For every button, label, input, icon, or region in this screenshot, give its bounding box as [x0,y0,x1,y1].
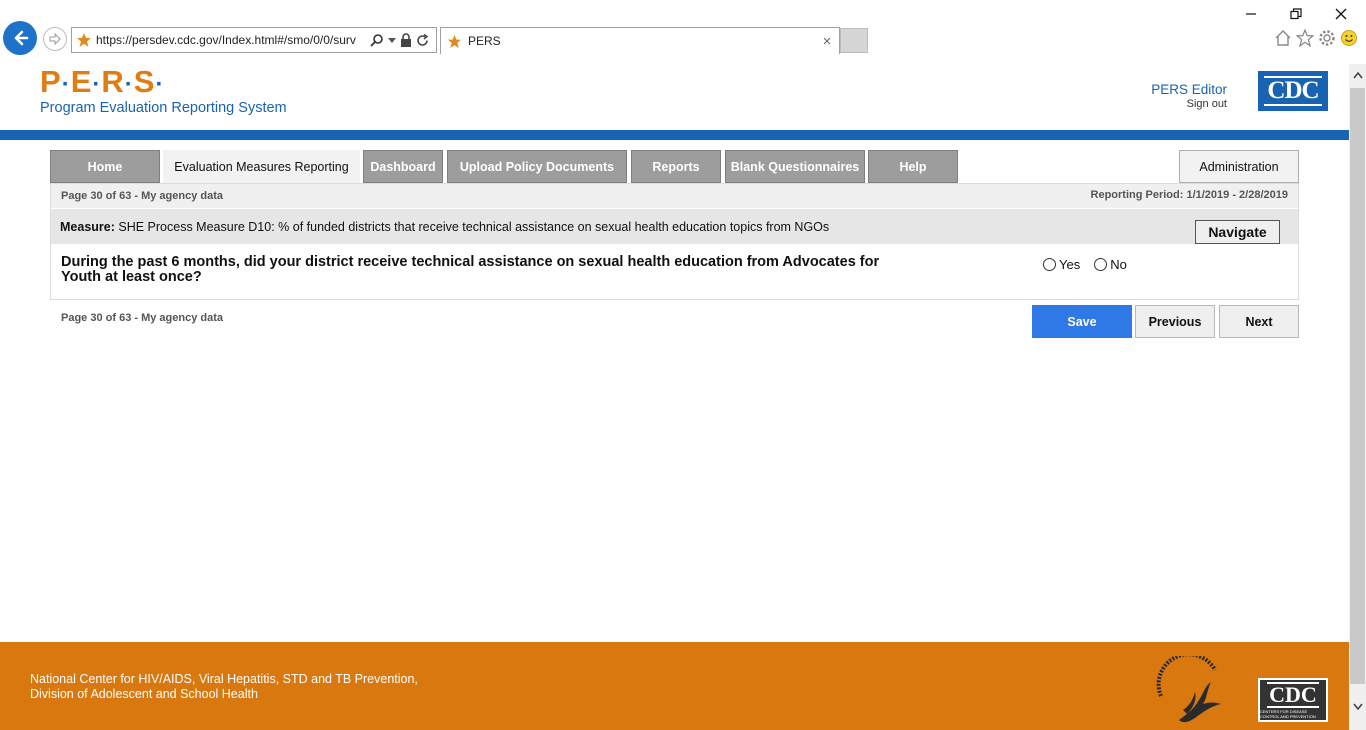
restore-button[interactable] [1281,4,1311,24]
logo-dot: · [61,71,71,98]
cdc-logo[interactable]: CDC [1258,71,1328,111]
page-info: Page 30 of 63 - My agency data [61,190,224,202]
footer-line-1: National Center for HIV/AIDS, Viral Hepa… [30,672,418,686]
nav-help[interactable]: Help [868,150,958,183]
tab-title: PERS [468,34,501,48]
lock-icon[interactable] [400,33,412,47]
page-info-bottom: Page 30 of 63 - My agency data [61,312,224,324]
previous-button[interactable]: Previous [1135,305,1215,338]
settings-gear-icon[interactable] [1318,29,1336,47]
favorite-star-icon [77,33,91,47]
scroll-thumb[interactable] [1350,88,1365,684]
tab-close-icon[interactable]: × [819,33,835,50]
back-button[interactable] [3,21,37,55]
restore-icon [1290,8,1302,20]
logo-subtitle: Program Evaluation Reporting System [40,100,287,116]
footer-cdc-text: CDC [1267,681,1319,708]
footer-cdc-tagline: CENTERS FOR DISEASE CONTROL AND PREVENTI… [1260,708,1316,719]
user-name: PERS Editor [1151,82,1227,97]
search-icon[interactable] [370,33,384,47]
questionnaire-panel: Page 30 of 63 - My agency data Reporting… [50,183,1299,300]
nav-blank-questionnaires[interactable]: Blank Questionnaires [725,150,865,183]
smiley-feedback-icon[interactable] [1340,29,1358,47]
scroll-down-arrow[interactable] [1349,698,1366,715]
nav-dashboard[interactable]: Dashboard [363,150,443,183]
nav-evaluation-measures-reporting[interactable]: Evaluation Measures Reporting [163,150,360,183]
measure-label: Measure: [60,220,115,234]
info-bar: Page 30 of 63 - My agency data Reporting… [51,184,1298,208]
radio-yes-label[interactable]: Yes [1059,257,1080,272]
logo-letter: S [133,64,156,99]
chevron-down-icon [1352,703,1363,710]
browser-tab[interactable]: PERS × [440,27,840,54]
new-tab-button[interactable] [840,28,868,53]
nav-reports[interactable]: Reports [631,150,721,183]
sign-out-link[interactable]: Sign out [1187,98,1227,110]
favorites-star-icon[interactable] [1296,29,1314,47]
url-text: https://persdev.cdc.gov/Index.html#/smo/… [96,33,356,47]
footer-cdc-logo[interactable]: CDC CENTERS FOR DISEASE CONTROL AND PREV… [1258,678,1328,722]
home-icon[interactable] [1274,29,1292,47]
forward-arrow-icon [49,32,61,46]
nav-upload-policy-documents[interactable]: Upload Policy Documents [447,150,627,183]
close-icon [1335,8,1347,20]
refresh-icon[interactable] [416,33,429,47]
minimize-button[interactable] [1236,4,1266,24]
pers-logo[interactable]: P·E·R·S· [40,64,164,100]
header-divider [0,130,1349,140]
browser-chrome: https://persdev.cdc.gov/Index.html#/smo/… [0,0,1366,58]
cdc-logo-text: CDC [1264,76,1322,106]
footer-cdc-box: CDC CENTERS FOR DISEASE CONTROL AND PREV… [1260,680,1326,720]
footer-line-2: Division of Adolescent and School Health [30,687,258,701]
logo-dot: · [155,71,165,98]
close-window-button[interactable] [1326,4,1356,24]
hhs-seal-icon[interactable] [1153,656,1227,730]
chevron-up-icon [1352,71,1363,78]
scroll-up-arrow[interactable] [1349,66,1366,83]
address-bar[interactable]: https://persdev.cdc.gov/Index.html#/smo/… [71,27,437,53]
nav-administration[interactable]: Administration [1179,150,1299,183]
forward-button[interactable] [43,27,67,51]
question-text: During the past 6 months, did your distr… [61,254,880,285]
next-button[interactable]: Next [1219,305,1299,338]
logo-letter: R [101,64,125,99]
measure-bar: Measure: SHE Process Measure D10: % of f… [51,209,1298,244]
logo-letter: P [40,64,62,99]
measure-description: Measure: SHE Process Measure D10: % of f… [60,220,829,234]
navigate-button[interactable]: Navigate [1195,220,1280,244]
footer-text: National Center for HIV/AIDS, Viral Hepa… [30,672,418,702]
reporting-period: Reporting Period: 1/1/2019 - 2/28/2019 [1090,189,1288,201]
logo-letter: E [70,64,93,99]
radio-no[interactable] [1094,258,1108,271]
tab-favicon-star-icon [447,34,462,48]
measure-text: SHE Process Measure D10: % of funded dis… [118,220,830,234]
radio-yes[interactable] [1043,258,1056,271]
logo-dot: · [124,71,134,98]
minimize-icon [1246,13,1256,15]
vertical-scrollbar[interactable] [1349,64,1366,730]
answer-radio-group: Yes No [1043,257,1141,272]
chevron-down-icon[interactable] [388,36,396,44]
back-arrow-icon [14,30,29,46]
save-button[interactable]: Save [1032,305,1132,338]
page-footer: National Center for HIV/AIDS, Viral Hepa… [0,642,1349,730]
nav-home[interactable]: Home [50,150,160,183]
radio-no-label[interactable]: No [1110,257,1127,272]
